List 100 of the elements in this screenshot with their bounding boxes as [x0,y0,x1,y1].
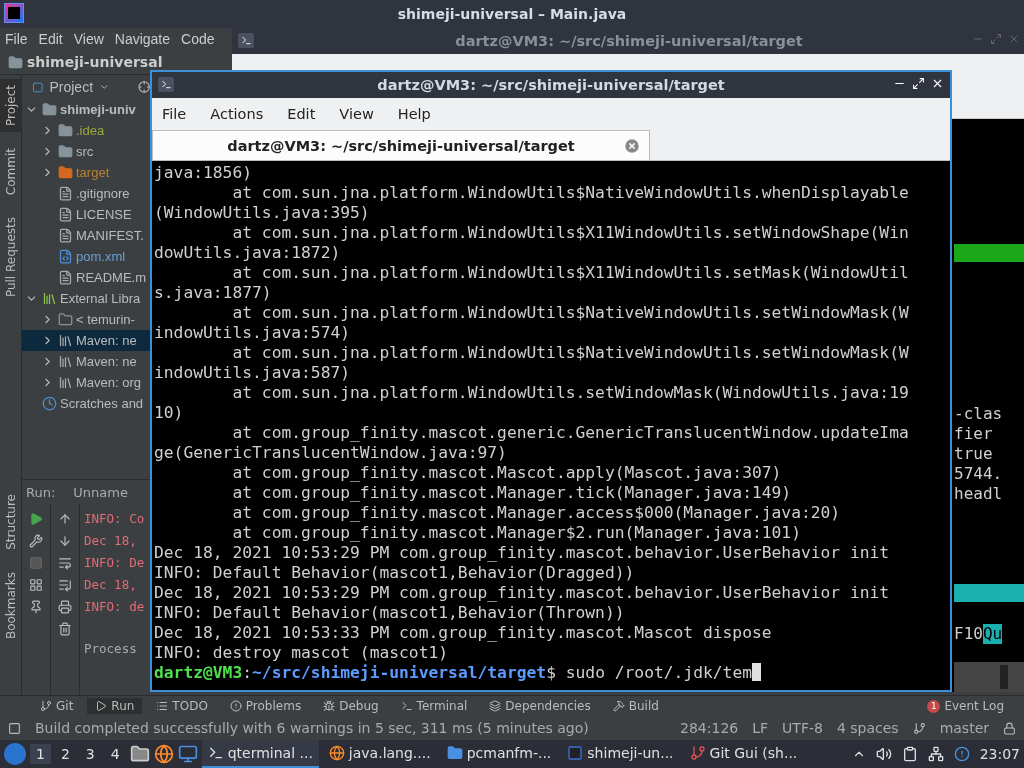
workspace-button[interactable]: 2 [54,744,76,764]
hammer-icon [612,700,625,712]
tree-item-label: External Libra [60,291,141,306]
line-separator[interactable]: LF [752,720,769,736]
tool-tab[interactable]: Run [87,698,143,714]
side-tab[interactable]: Project [0,79,21,133]
tool-tab[interactable]: Dependencies [481,698,599,714]
console-line: Dec 18, [84,576,138,594]
tool-tab[interactable]: Build [604,698,667,714]
maximize-icon[interactable] [912,77,925,90]
play-icon [95,700,108,712]
window-title: dartz@VM3: ~/src/shimeji-universal/target [377,77,725,93]
arrow-up-icon[interactable] [58,512,72,526]
workspace-button[interactable]: 3 [79,744,101,764]
tree-item[interactable]: LICENSE [22,204,150,225]
volume-icon[interactable] [875,746,892,762]
cursor-position[interactable]: 284:126 [680,720,739,736]
library-icon [58,333,73,348]
tree-item[interactable]: README.m [22,267,150,288]
terminal-tab[interactable]: dartz@VM3: ~/src/shimeji-universal/target [152,130,650,160]
tree-item[interactable]: .gitignore [22,183,150,204]
arrow-down-icon[interactable] [58,534,72,548]
menu-item[interactable]: File [5,31,28,47]
console-line: INFO: De [84,554,145,572]
tree-item[interactable]: src [22,141,150,162]
wrap-icon[interactable] [58,556,72,570]
tool-tab[interactable]: Debug [315,698,387,714]
terminal-line: INFO: destroy mascot (mascot1) [154,643,450,663]
tool-tab[interactable]: TODO [148,698,216,714]
print-icon[interactable] [58,600,72,614]
wrench-icon[interactable] [29,534,43,548]
task-button[interactable]: shimeji-un... [561,740,680,768]
side-tab[interactable]: Pull Requests [0,211,21,304]
menu-item[interactable]: Actions [206,106,276,122]
tree-item[interactable]: .idea [22,120,150,141]
configuration-tab[interactable]: Unname [73,484,128,500]
tree-item[interactable]: shimeji-univ [22,99,150,120]
tool-tab[interactable]: Terminal [392,698,476,714]
terminal-line: at com.sun.jna.platform.WindowUtils$X11WindowUtils.setMask(WindowUtil [231,263,910,283]
tree-item[interactable]: Maven: ne [22,351,150,372]
prompt-separator: : [242,663,253,683]
task-button[interactable]: pcmanfm-... [440,740,558,768]
lock-icon [1003,721,1016,735]
indent-setting[interactable]: 4 spaces [836,720,899,736]
play-icon[interactable] [29,512,43,526]
network-icon[interactable] [927,746,944,762]
task-button[interactable]: qterminal ... [201,740,319,768]
console-line: Process [84,640,138,658]
menu-item[interactable]: Navigate [114,31,171,47]
key-label[interactable]: Qu [982,624,1003,644]
tree-item-label: < temurin- [76,312,135,327]
clock-icon [42,396,57,411]
terminal-line: java:1856) [154,163,254,183]
scroll-end-icon[interactable] [58,578,72,592]
menu-item[interactable]: Edit [38,31,63,47]
tree-item[interactable]: External Libra [22,288,150,309]
side-tab[interactable]: Structure [0,488,21,556]
tool-tab[interactable]: Git [32,698,82,714]
menu-item[interactable]: View [73,31,104,47]
tree-item[interactable]: Maven: org [22,372,150,393]
tree-item[interactable]: Scratches and [22,393,150,414]
crosshair-icon[interactable] [137,80,150,94]
pin-icon[interactable] [29,600,43,614]
alert-icon[interactable] [953,746,970,762]
workspace-button[interactable]: 1 [30,744,51,764]
layout-icon[interactable] [29,578,43,592]
trash-icon[interactable] [58,622,72,636]
menu-item[interactable]: Code [181,31,215,47]
terminal-line: Dec 18, 2021 10:53:33 PM com.group_finity.mascot.Mascot dispose [154,623,773,643]
git-branch[interactable]: master [939,720,989,736]
tool-tab[interactable]: Problems [221,698,310,714]
menu-item[interactable]: Help [393,106,443,122]
globe-icon[interactable] [153,744,174,764]
event-log-button[interactable]: 1 Event Log [927,699,1004,713]
tree-item[interactable]: MANIFEST. [22,225,150,246]
console-line: INFO: Co [84,510,145,528]
terminal-line: indowUtils.java:574) [154,323,352,343]
panel-title[interactable]: Project [49,79,94,95]
start-button[interactable] [4,743,26,765]
library-icon [58,375,73,390]
monitor-icon[interactable] [177,744,198,764]
close-icon[interactable] [931,77,944,90]
tree-item[interactable]: pom.xml [22,246,150,267]
side-tab[interactable]: Bookmarks [0,565,21,645]
workspace-button[interactable]: 4 [104,744,126,764]
menu-item[interactable]: Edit [283,106,328,122]
app-logo-icon [4,3,24,23]
encoding[interactable]: UTF-8 [782,720,823,736]
tree-item[interactable]: Maven: ne [22,330,150,351]
side-tab[interactable]: Commit [0,142,21,202]
menu-item[interactable]: View [335,106,386,122]
clipboard-icon[interactable] [901,746,918,762]
breadcrumb[interactable]: shimeji-universal [27,54,163,70]
file-manager-icon[interactable] [129,744,150,764]
tree-item[interactable]: target [22,162,150,183]
bug-icon [323,700,336,712]
menu-item[interactable]: File [158,106,199,122]
tree-item[interactable]: < temurin- [22,309,150,330]
task-button[interactable]: java.lang.... [322,740,437,768]
task-button[interactable]: Git Gui (sh... [683,740,804,768]
